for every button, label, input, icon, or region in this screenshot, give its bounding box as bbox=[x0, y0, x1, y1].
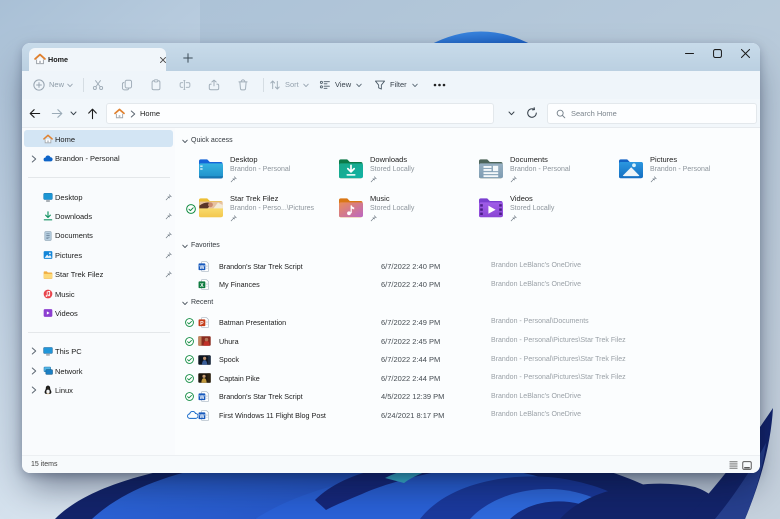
svg-text:W: W bbox=[199, 395, 204, 401]
svg-text:W: W bbox=[199, 264, 204, 270]
svg-text:X: X bbox=[200, 283, 204, 289]
svg-text:P: P bbox=[200, 320, 204, 326]
svg-text:W: W bbox=[199, 413, 204, 419]
